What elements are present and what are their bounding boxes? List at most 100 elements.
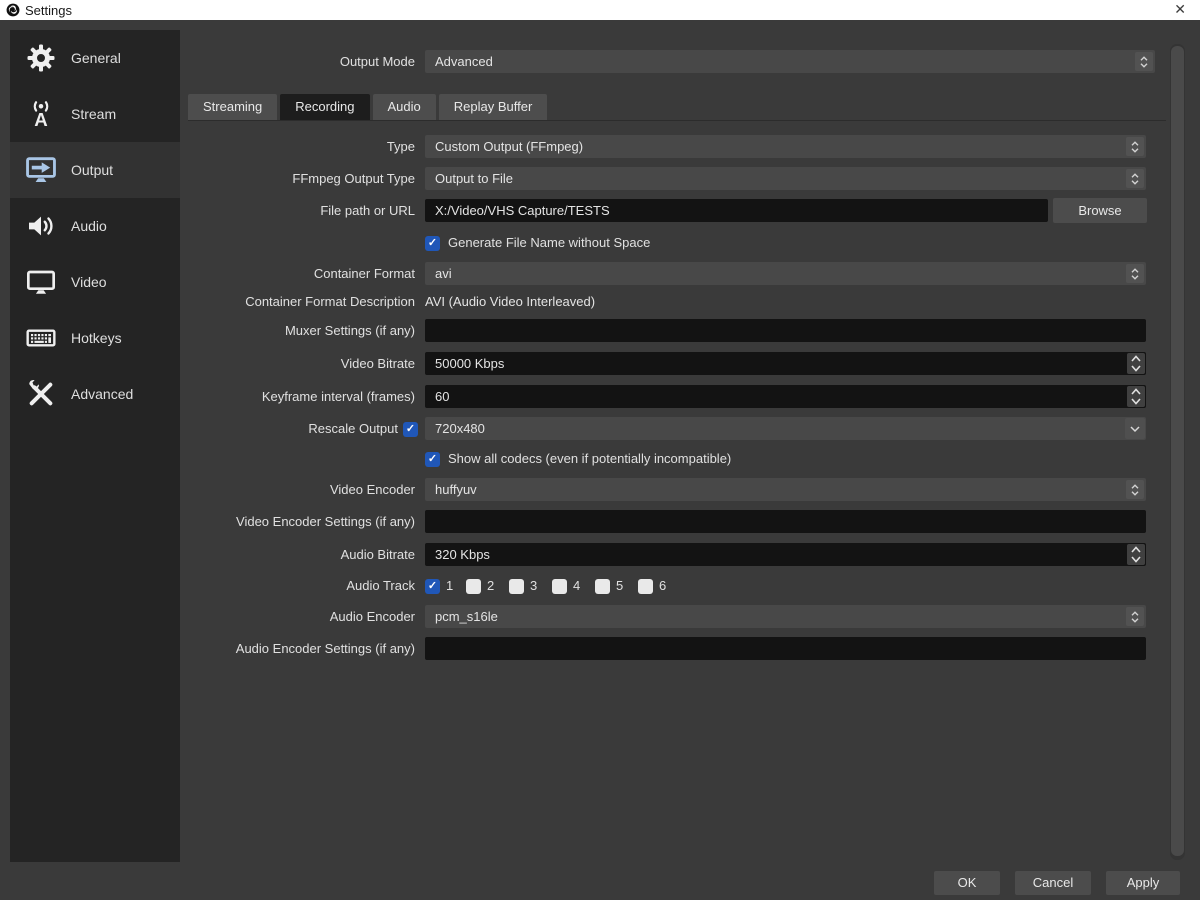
audio-track-5-checkbox[interactable]: ✓ [595,579,610,594]
keyframe-interval-label: Keyframe interval (frames) [188,385,415,408]
audio-bitrate-input[interactable]: 320 Kbps [425,543,1146,566]
cancel-button[interactable]: Cancel [1015,871,1091,895]
broadcast-icon: A [23,96,59,132]
sidebar-item-audio[interactable]: Audio [10,198,180,254]
audio-track-1: ✓ 1 [425,578,453,594]
tools-icon [23,376,59,412]
rescale-output-checkbox[interactable]: ✓ [403,422,418,437]
audio-track-6-label: 6 [659,578,666,594]
check-icon: ✓ [428,581,437,592]
check-icon: ✓ [406,424,415,435]
show-all-codecs-label: Show all codecs (even if potentially inc… [448,451,731,467]
ok-button[interactable]: OK [934,871,1000,895]
type-label: Type [188,135,415,158]
tab-recording[interactable]: Recording [280,94,369,120]
rescale-output-checkbox-wrap: ✓ [403,421,418,437]
sidebar-item-label: Output [71,162,113,178]
sidebar-item-general[interactable]: General [10,30,180,86]
sidebar: General A Stream [10,30,180,862]
speaker-icon [23,208,59,244]
monitor-icon [23,264,59,300]
muxer-settings-label: Muxer Settings (if any) [188,319,415,342]
keyframe-interval-value: 60 [435,389,449,404]
spinner-up-down-icon[interactable] [1126,137,1144,156]
audio-track-6: ✓ 6 [638,578,666,594]
output-tabs: Streaming Recording Audio Replay Buffer [188,94,547,120]
video-encoder-select[interactable]: huffyuv [425,478,1146,501]
audio-encoder-settings-label: Audio Encoder Settings (if any) [188,637,415,660]
type-select[interactable]: Custom Output (FFmpeg) [425,135,1146,158]
muxer-settings-input[interactable] [425,319,1146,342]
ffmpeg-output-type-value: Output to File [435,171,513,186]
sidebar-item-video[interactable]: Video [10,254,180,310]
close-icon[interactable]: ✕ [1174,0,1186,20]
file-path-input[interactable]: X:/Video/VHS Capture/TESTS [425,199,1048,222]
ffmpeg-output-type-select[interactable]: Output to File [425,167,1146,190]
sidebar-item-label: Video [71,274,107,290]
window-title: Settings [25,3,72,18]
sidebar-item-stream[interactable]: A Stream [10,86,180,142]
audio-track-2-checkbox[interactable]: ✓ [466,579,481,594]
tab-replay-buffer[interactable]: Replay Buffer [439,94,548,120]
spinner-up-down-icon[interactable] [1127,353,1145,374]
titlebar: Settings ✕ [0,0,1200,20]
audio-track-1-label: 1 [446,578,453,594]
file-path-label: File path or URL [188,199,415,222]
spinner-up-down-icon[interactable] [1126,607,1144,626]
audio-track-6-checkbox[interactable]: ✓ [638,579,653,594]
rescale-output-label: Rescale Output [188,417,398,440]
video-encoder-label: Video Encoder [188,478,415,501]
browse-button[interactable]: Browse [1053,198,1147,223]
video-encoder-settings-input[interactable] [425,510,1146,533]
check-icon: ✓ [428,454,437,465]
container-format-value: avi [435,266,452,281]
spinner-up-down-icon[interactable] [1135,52,1153,71]
sidebar-item-hotkeys[interactable]: Hotkeys [10,310,180,366]
audio-track-4-checkbox[interactable]: ✓ [552,579,567,594]
sidebar-item-output[interactable]: Output [10,142,180,198]
audio-track-2: ✓ 2 [466,578,494,594]
sidebar-item-label: Hotkeys [71,330,122,346]
audio-encoder-label: Audio Encoder [188,605,415,628]
audio-track-1-checkbox[interactable]: ✓ [425,579,440,594]
audio-encoder-value: pcm_s16le [435,609,498,624]
audio-track-3-checkbox[interactable]: ✓ [509,579,524,594]
audio-bitrate-label: Audio Bitrate [188,543,415,566]
type-value: Custom Output (FFmpeg) [435,139,583,154]
scrollbar-thumb[interactable] [1171,46,1184,856]
container-format-select[interactable]: avi [425,262,1146,285]
sidebar-item-label: Stream [71,106,116,122]
output-mode-select[interactable]: Advanced [425,50,1155,73]
audio-encoder-settings-input[interactable] [425,637,1146,660]
video-bitrate-input[interactable]: 50000 Kbps [425,352,1146,375]
keyboard-icon [23,320,59,356]
audio-track-4: ✓ 4 [552,578,580,594]
output-icon [23,152,59,188]
spinner-up-down-icon[interactable] [1126,264,1144,283]
keyframe-interval-input[interactable]: 60 [425,385,1146,408]
obs-logo-icon [6,3,20,17]
spinner-up-down-icon[interactable] [1127,386,1145,407]
rescale-output-value: 720x480 [435,421,485,436]
tab-streaming[interactable]: Streaming [188,94,277,120]
chevron-down-icon[interactable] [1125,418,1145,439]
container-format-description-value: AVI (Audio Video Interleaved) [425,290,595,313]
spinner-up-down-icon[interactable] [1126,480,1144,499]
generate-no-space-checkbox[interactable]: ✓ [425,236,440,251]
spinner-up-down-icon[interactable] [1127,544,1145,565]
sidebar-item-label: Advanced [71,386,133,402]
rescale-output-select[interactable]: 720x480 [425,417,1146,440]
audio-track-label: Audio Track [188,574,415,597]
audio-track-3-label: 3 [530,578,537,594]
audio-encoder-select[interactable]: pcm_s16le [425,605,1146,628]
sidebar-item-advanced[interactable]: Advanced [10,366,180,422]
vertical-scrollbar[interactable] [1170,44,1185,860]
container-format-label: Container Format [188,262,415,285]
audio-bitrate-value: 320 Kbps [435,547,490,562]
show-all-codecs-checkbox[interactable]: ✓ [425,452,440,467]
tab-audio[interactable]: Audio [373,94,436,120]
audio-track-5-label: 5 [616,578,623,594]
apply-button[interactable]: Apply [1106,871,1180,895]
generate-no-space-label: Generate File Name without Space [448,235,650,251]
spinner-up-down-icon[interactable] [1126,169,1144,188]
